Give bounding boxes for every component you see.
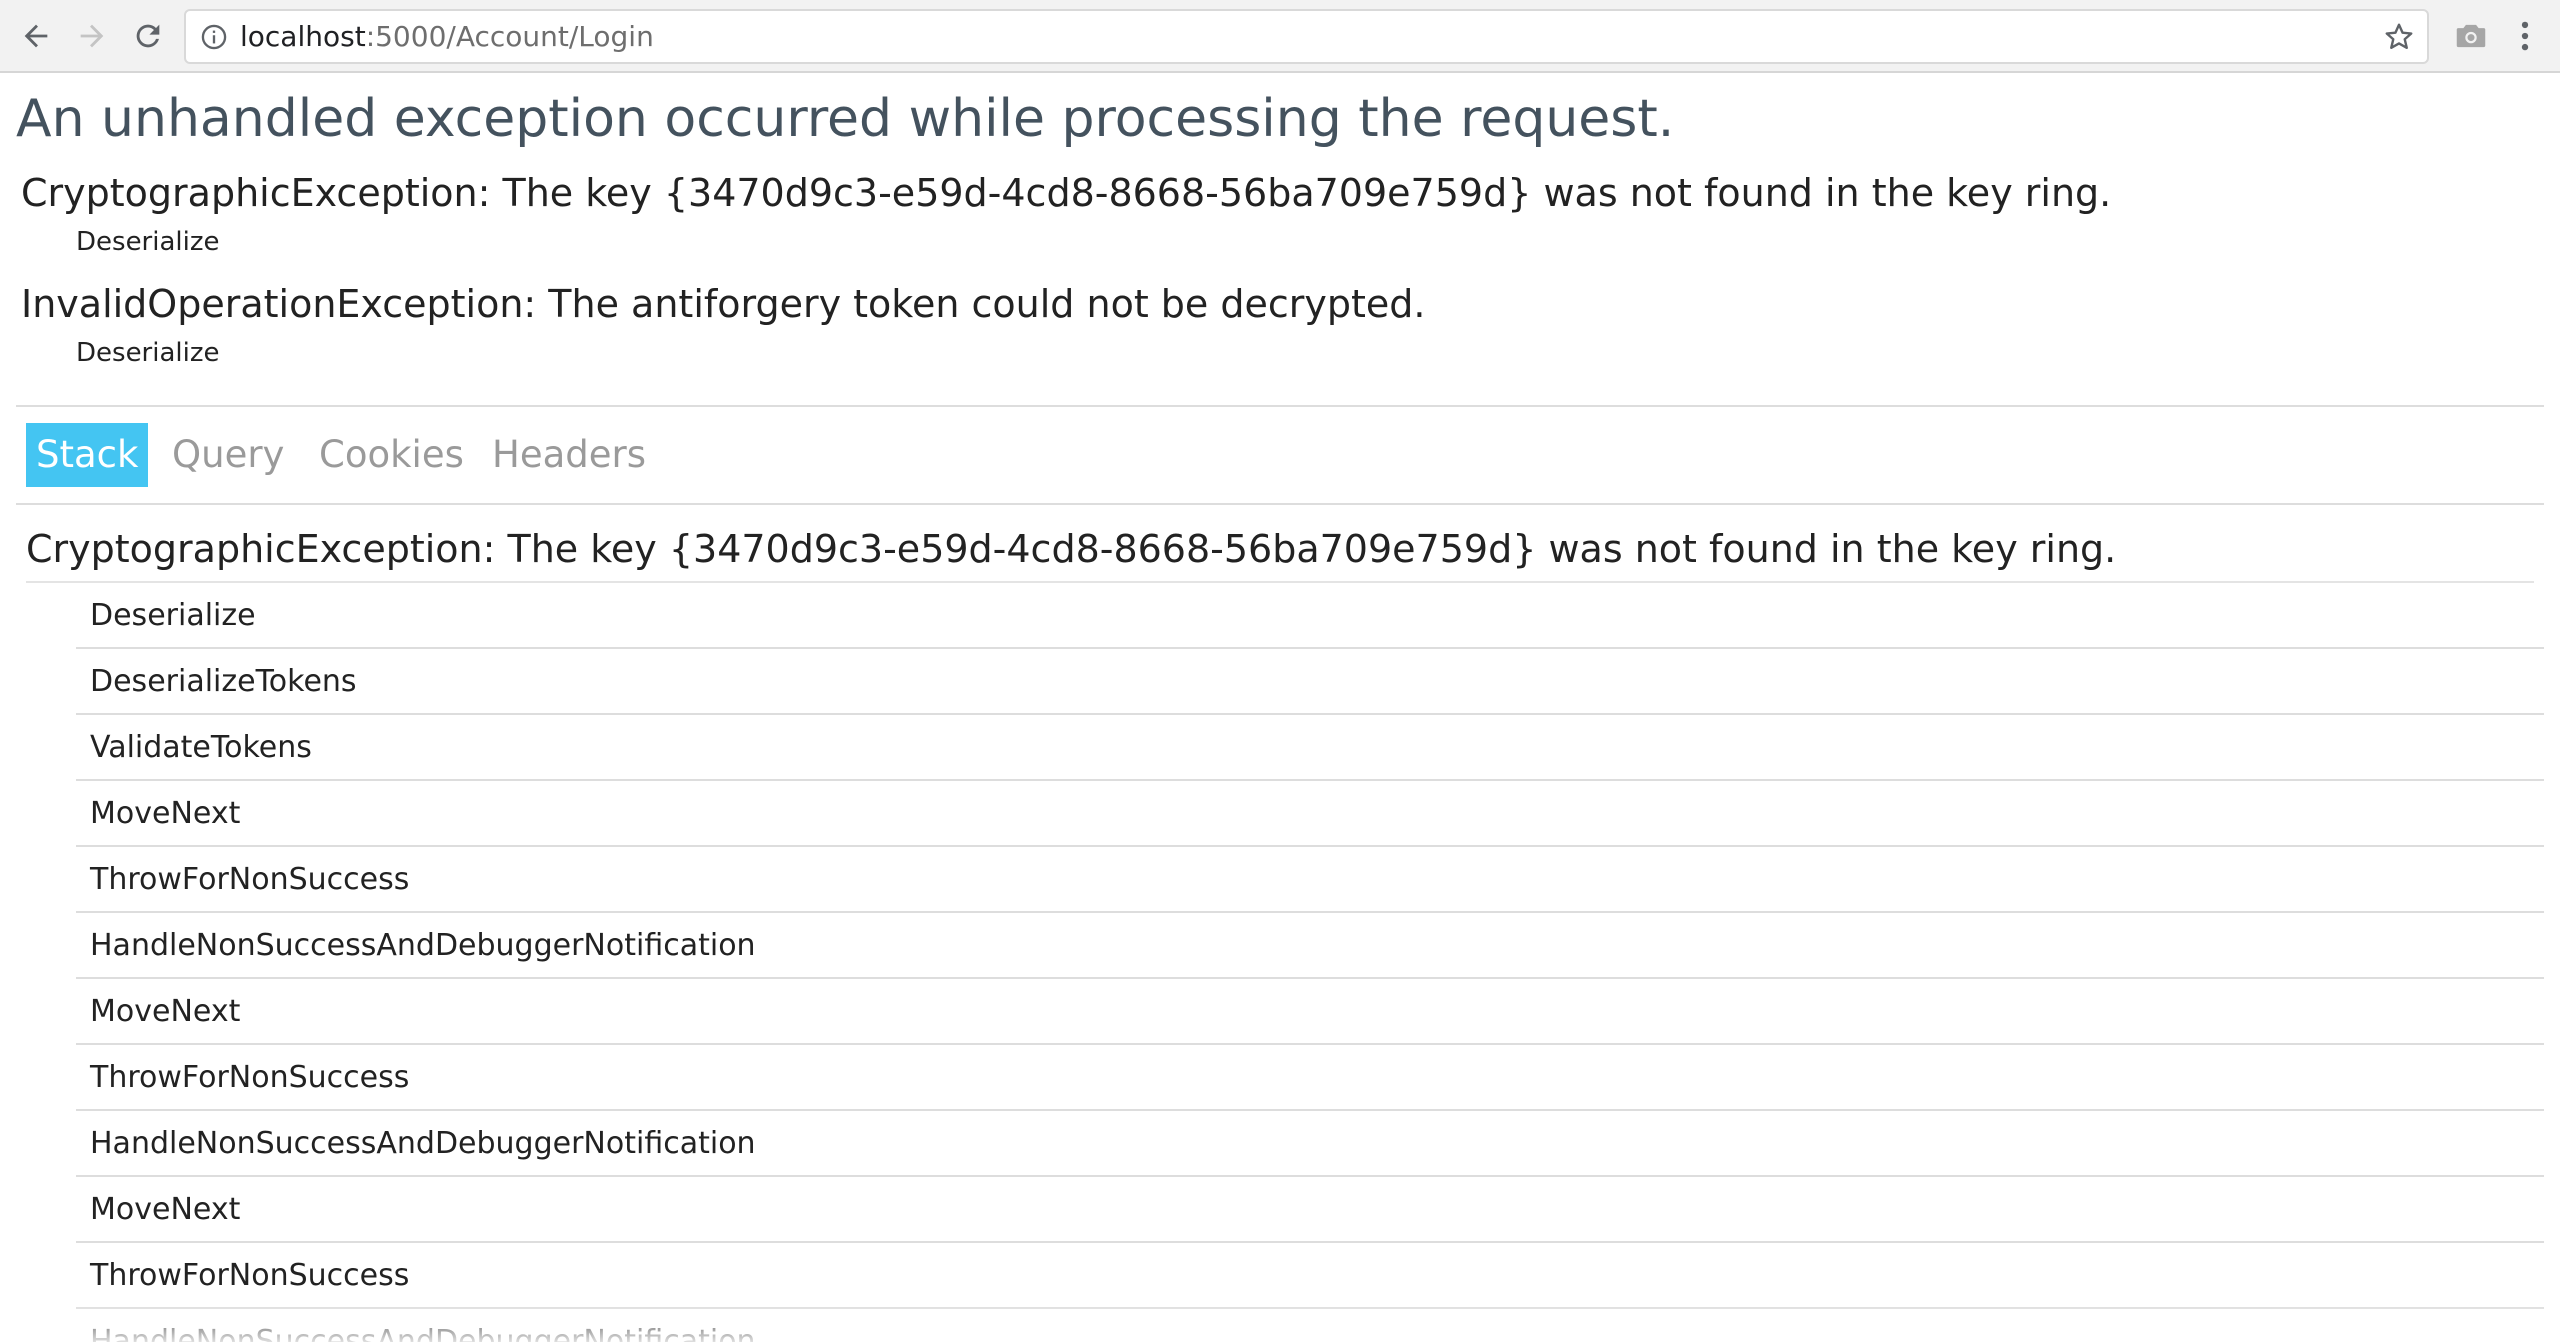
stack-frame[interactable]: ThrowForNonSuccess [76, 847, 2544, 913]
exception-title: InvalidOperationException: The antiforge… [21, 282, 1426, 326]
url-path: :5000/Account/Login [365, 20, 654, 53]
error-page: An unhandled exception occurred while pr… [0, 75, 2560, 1342]
camera-icon[interactable] [2452, 17, 2490, 55]
back-arrow-icon [24, 24, 48, 48]
exception-location: Deserialize [76, 338, 220, 368]
exception-location: Deserialize [76, 227, 220, 257]
stack-frame[interactable]: HandleNonSuccessAndDebuggerNotification [76, 1111, 2544, 1177]
page-title: An unhandled exception occurred while pr… [16, 89, 1675, 149]
stack-frame[interactable]: MoveNext [76, 1177, 2544, 1243]
exception-title: CryptographicException: The key {3470d9c… [21, 171, 2112, 215]
divider [16, 503, 2544, 505]
stack-frame-list: Deserialize DeserializeTokens ValidateTo… [76, 583, 2544, 1342]
star-icon[interactable] [2383, 21, 2415, 53]
stack-frame[interactable]: HandleNonSuccessAndDebuggerNotification [76, 913, 2544, 979]
forward-arrow-icon [80, 24, 104, 48]
info-icon[interactable] [200, 23, 228, 51]
address-url[interactable]: localhost:5000/Account/Login [240, 11, 654, 62]
kebab-menu-icon[interactable] [2506, 17, 2544, 55]
stack-frame[interactable]: HandleNonSuccessAndDebuggerNotification [76, 1309, 2544, 1342]
tab-headers[interactable]: Headers [492, 423, 646, 487]
stack-exception-title: CryptographicException: The key {3470d9c… [26, 527, 2117, 571]
stack-frame[interactable]: DeserializeTokens [76, 649, 2544, 715]
stack-frame[interactable]: MoveNext [76, 979, 2544, 1045]
stack-frame[interactable]: ThrowForNonSuccess [76, 1045, 2544, 1111]
url-host: localhost [240, 20, 366, 53]
tab-stack[interactable]: Stack [26, 423, 149, 487]
stack-frame[interactable]: Deserialize [76, 583, 2544, 649]
browser-toolbar: localhost:5000/Account/Login [0, 0, 2560, 73]
stack-frame[interactable]: ThrowForNonSuccess [76, 1243, 2544, 1309]
reload-icon [136, 24, 160, 48]
forward-button[interactable] [70, 14, 114, 58]
reload-button[interactable] [126, 14, 170, 58]
back-button[interactable] [14, 14, 58, 58]
tab-query[interactable]: Query [172, 423, 284, 487]
tab-cookies[interactable]: Cookies [319, 423, 464, 487]
divider [16, 405, 2544, 407]
stack-frame[interactable]: MoveNext [76, 781, 2544, 847]
address-bar[interactable]: localhost:5000/Account/Login [184, 9, 2429, 64]
stack-frame[interactable]: ValidateTokens [76, 715, 2544, 781]
